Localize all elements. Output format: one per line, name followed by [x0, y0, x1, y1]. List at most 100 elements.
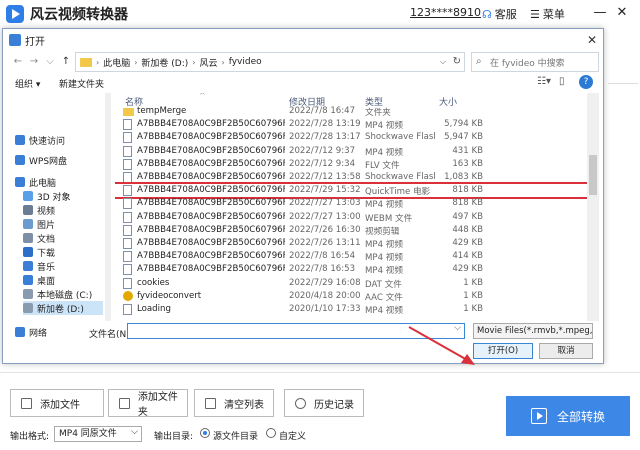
flash-file-icon [123, 132, 132, 144]
file-row[interactable]: A7BBB4E708A0C9BF2B50C60796F92... 2022/7/1… [115, 145, 591, 158]
up-arrow-icon[interactable]: ↑ [59, 54, 73, 70]
nav-item[interactable]: 下载 [23, 245, 103, 259]
video-icon [23, 205, 33, 215]
file-type: DAT 文件 [365, 279, 402, 290]
output-format-label: 输出格式: [10, 432, 50, 442]
source-dir-radio[interactable] [200, 428, 210, 438]
file-row[interactable]: Loading 2020/1/10 17:33 MP4 视频 1 KB [115, 303, 591, 316]
convert-all-button[interactable]: 全部转换 [506, 396, 630, 436]
nav-item-label: 文档 [37, 234, 56, 245]
nav-pane-scrollbar[interactable] [105, 93, 111, 321]
file-row[interactable]: A7BBB4E708A0C9BF2B50C60796F92... 2022/7/1… [115, 171, 591, 184]
cancel-button[interactable]: 取消 [539, 343, 593, 359]
file-name: A7BBB4E708A0C9BF2B50C60796F92... [137, 158, 285, 169]
breadcrumb-this-pc[interactable]: 此电脑 [103, 56, 130, 69]
file-date: 2022/7/29 15:32 [289, 185, 361, 196]
address-dropdown-icon[interactable]: ⌵ [440, 57, 446, 67]
star-icon [15, 135, 25, 145]
file-row[interactable]: A7BBB4E708A0C9BF2B50C60796F92... 2022/7/8… [115, 250, 591, 263]
custom-dir-radio[interactable] [266, 428, 276, 438]
file-type-filter[interactable]: Movie Files(*.rmvb,*.mpeg,e! [473, 323, 593, 339]
nav-item-label: WPS网盘 [29, 156, 68, 167]
file-type: MP4 视频 [365, 147, 403, 158]
file-row[interactable]: A7BBB4E708A0C9BF2B50C60796F92... 2022/7/8… [115, 263, 591, 276]
video-file-icon [123, 185, 132, 197]
nav-item[interactable]: 快速访问 [15, 133, 103, 147]
hamburger-icon: ☰ [530, 7, 540, 21]
help-icon[interactable]: ? [579, 75, 593, 89]
output-format-select[interactable]: MP4 同原文件 [54, 425, 142, 442]
nav-item[interactable]: 3D 对象 [23, 189, 103, 203]
file-list-scrollbar[interactable] [587, 93, 599, 321]
nav-item[interactable]: 桌面 [23, 273, 103, 287]
menu-button[interactable]: ☰ 菜单 [530, 5, 565, 23]
file-type: WEBM 文件 [365, 213, 413, 224]
file-size: 163 KB [452, 158, 483, 169]
video-file-icon [123, 251, 132, 263]
organize-button[interactable]: 组织 ▾ [15, 77, 40, 90]
nav-item-label: 网络 [29, 328, 48, 339]
nav-item-label: 视频 [37, 206, 56, 217]
nav-item[interactable]: WPS网盘 [15, 153, 103, 167]
back-arrow-icon[interactable]: ← [11, 54, 25, 70]
file-row[interactable]: A7BBB4E708A0C9BF2B50C60796F92... 2022/7/2… [115, 118, 591, 131]
file-row[interactable]: tempMerge 2022/7/8 16:47 文件夹 [115, 105, 591, 118]
address-bar[interactable]: › 此电脑 › 新加卷 (D:) › 风云 › fyvideo ⌵ ↻ [75, 52, 465, 72]
history-button[interactable]: 历史记录 [284, 389, 364, 417]
file-name: A7BBB4E708A0C9BF2B50C60796F92... [137, 145, 285, 156]
dialog-close-button[interactable]: ✕ [583, 31, 601, 49]
nav-item[interactable]: 视频 [23, 203, 103, 217]
add-file-label: 添加文件 [40, 399, 80, 411]
file-type: 文件夹 [365, 108, 391, 118]
minimize-button[interactable]: — [592, 5, 608, 21]
breadcrumb-fengyun[interactable]: 风云 [199, 56, 217, 69]
customer-service-button[interactable]: ☊ 客服 [482, 5, 517, 23]
file-size: 818 KB [452, 198, 483, 209]
source-dir-label: 源文件目录 [213, 432, 259, 442]
nav-item-label: 音乐 [37, 262, 56, 273]
forward-arrow-icon[interactable]: → [27, 54, 41, 70]
file-row[interactable]: cookies 2022/7/29 16:08 DAT 文件 1 KB [115, 277, 591, 290]
clear-list-button[interactable]: 清空列表 [194, 389, 274, 417]
file-name: cookies [137, 277, 170, 288]
desktop-icon [23, 275, 33, 285]
nav-item[interactable]: 图片 [23, 217, 103, 231]
file-row[interactable]: A7BBB4E708A0C9BF2B50C60796F92... 2022/7/2… [115, 197, 591, 210]
recent-chevron-icon[interactable]: ⌵ [43, 54, 57, 70]
scrollbar-thumb[interactable] [589, 155, 597, 195]
nav-item[interactable]: 本地磁盘 (C:) [23, 287, 103, 301]
nav-item[interactable]: 此电脑 [15, 175, 103, 189]
add-folder-button[interactable]: 添加文件夹 [108, 389, 188, 418]
preview-pane-icon[interactable]: ▯ [559, 76, 565, 87]
file-row[interactable]: A7BBB4E708A0C9BF2B50C60796F92... 2022/7/2… [115, 211, 591, 224]
app-close-button[interactable]: ✕ [614, 5, 630, 21]
new-folder-button[interactable]: 新建文件夹 [59, 77, 104, 90]
video-file-icon [123, 238, 132, 249]
file-date: 2022/7/12 9:37 [289, 145, 356, 156]
file-row[interactable]: A7BBB4E708A0C9BF2B50C60796F92... 2022/7/2… [115, 224, 591, 237]
nav-item[interactable]: 新加卷 (D:) [23, 301, 103, 315]
file-date: 2022/7/8 16:53 [289, 264, 356, 275]
search-input[interactable]: ⌕ 在 fyvideo 中搜索 [471, 52, 599, 72]
breadcrumb-drive-d[interactable]: 新加卷 (D:) [141, 56, 188, 69]
drive-icon [23, 289, 33, 299]
file-row[interactable]: fyvideoconvert 2020/4/18 20:00 AAC 文件 1 KB [115, 290, 591, 303]
computer-icon [15, 177, 25, 187]
add-file-button[interactable]: 添加文件 [10, 389, 104, 417]
navigation-pane: 快速访问 WPS网盘此电脑 3D 对象视频 图片文档 下载音乐 桌面 本地磁盘 (C:) 新加… [3, 93, 111, 339]
view-options-icon[interactable]: ☷▾ [537, 76, 551, 87]
nav-item[interactable]: 文档 [23, 231, 103, 245]
nav-item-label: 此电脑 [29, 178, 57, 189]
breadcrumb-fyvideo[interactable]: fyvideo [229, 57, 262, 67]
refresh-icon[interactable]: ↻ [453, 56, 461, 67]
trash-icon [205, 397, 216, 409]
user-account-link[interactable]: 123****8910 [410, 6, 481, 19]
cube-icon [23, 191, 33, 201]
file-row[interactable]: A7BBB4E708A0C9BF2B50C60796F92... 2022/7/2… [115, 131, 591, 144]
file-row[interactable]: A7BBB4E708A0C9BF2B50C60796F92... 2022/7/2… [115, 237, 591, 250]
file-row[interactable]: A7BBB4E708A0C9BF2B50C60796F92... 2022/7/1… [115, 158, 591, 171]
nav-item[interactable]: 音乐 [23, 259, 103, 273]
convert-all-label: 全部转换 [556, 409, 605, 424]
picture-icon [23, 219, 33, 229]
file-row[interactable]: A7BBB4E708A0C9BF2B50C60796F92... 2022/7/2… [115, 182, 593, 200]
